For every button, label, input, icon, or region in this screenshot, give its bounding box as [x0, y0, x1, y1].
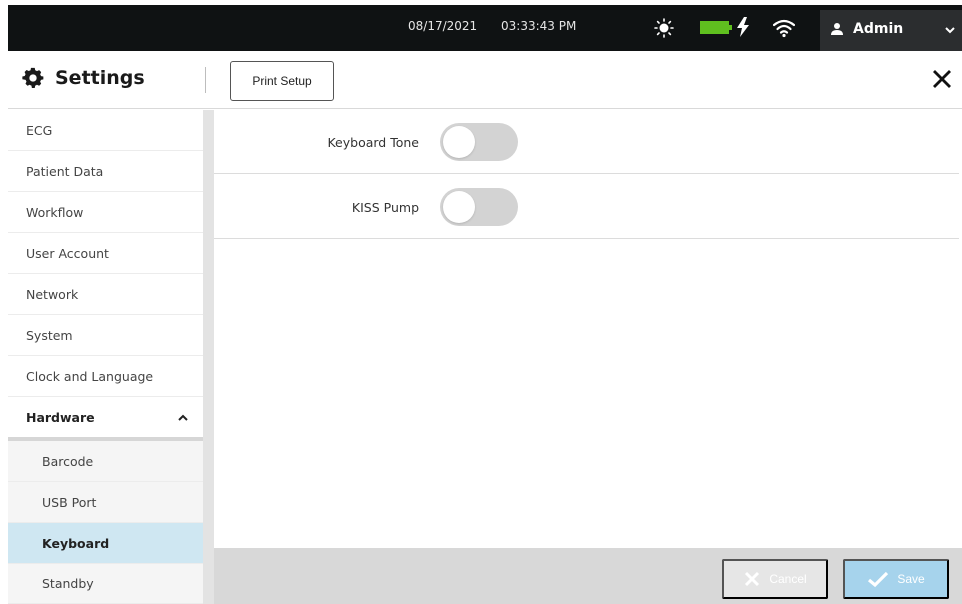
keyboard-tone-toggle[interactable] — [440, 123, 518, 161]
action-footer: Cancel Save — [214, 548, 962, 604]
battery-icon — [700, 21, 732, 34]
status-time: 03:33:43 PM — [501, 19, 577, 33]
settings-sidebar: ECG Patient Data Workflow User Account N… — [8, 110, 203, 604]
checkmark-icon — [868, 571, 889, 588]
close-icon[interactable] — [931, 68, 953, 90]
sidebar-item-label: Barcode — [42, 453, 94, 469]
header-divider — [205, 67, 206, 93]
user-menu-button[interactable]: Admin — [820, 10, 962, 51]
toggle-knob — [443, 191, 475, 223]
sidebar-item-label: Clock and Language — [26, 368, 154, 384]
sidebar-item-clock-and-language[interactable]: Clock and Language — [8, 356, 203, 397]
sidebar-item-usb-port[interactable]: USB Port — [8, 482, 203, 523]
sidebar-item-label: Hardware — [26, 410, 95, 425]
keyboard-settings-panel: Keyboard Tone KISS Pump — [214, 110, 962, 548]
setting-label: KISS Pump — [351, 200, 419, 215]
sidebar-item-standby[interactable]: Standby — [8, 564, 203, 604]
chevron-up-icon — [178, 414, 188, 421]
sidebar-item-system[interactable]: System — [8, 315, 203, 356]
sidebar-item-ecg[interactable]: ECG — [8, 110, 203, 151]
sidebar-item-label: Workflow — [26, 204, 84, 220]
sidebar-item-workflow[interactable]: Workflow — [8, 192, 203, 233]
print-setup-button[interactable]: Print Setup — [230, 61, 334, 101]
sidebar-item-label: ECG — [26, 122, 53, 138]
user-icon — [831, 23, 843, 35]
sidebar-item-hardware[interactable]: Hardware — [8, 397, 203, 438]
wifi-icon[interactable] — [773, 18, 795, 38]
sidebar-item-label: Keyboard — [42, 535, 110, 551]
user-name: Admin — [853, 21, 904, 37]
save-button[interactable]: Save — [843, 559, 949, 599]
page-title: Settings — [55, 67, 145, 89]
status-bar: 08/17/2021 03:33:43 PM Admin — [8, 5, 962, 51]
charging-icon — [737, 17, 749, 37]
cancel-button[interactable]: Cancel — [722, 559, 828, 599]
sidebar-item-user-account[interactable]: User Account — [8, 233, 203, 274]
sidebar-item-barcode[interactable]: Barcode — [8, 441, 203, 482]
toggle-knob — [443, 126, 475, 158]
settings-header: Settings Print Setup — [8, 51, 962, 109]
sidebar-item-network[interactable]: Network — [8, 274, 203, 315]
setting-label: Keyboard Tone — [327, 135, 419, 150]
save-label: Save — [897, 572, 925, 586]
sidebar-item-label: User Account — [26, 245, 109, 261]
sidebar-divider — [203, 110, 214, 604]
sidebar-item-label: Network — [26, 286, 79, 302]
brightness-icon[interactable] — [654, 18, 674, 38]
sidebar-item-label: Standby — [42, 576, 94, 591]
sidebar-item-keyboard[interactable]: Keyboard — [8, 523, 203, 564]
status-date: 08/17/2021 — [408, 19, 478, 33]
gear-icon — [22, 67, 44, 88]
chevron-down-icon — [945, 27, 955, 34]
kiss-pump-toggle[interactable] — [440, 188, 518, 226]
cancel-label: Cancel — [769, 572, 807, 586]
sidebar-item-label: USB Port — [42, 494, 97, 510]
sidebar-item-label: Patient Data — [26, 163, 104, 179]
setting-row-keyboard-tone: Keyboard Tone — [214, 110, 959, 174]
sidebar-item-patient-data[interactable]: Patient Data — [8, 151, 203, 192]
setting-row-kiss-pump: KISS Pump — [214, 175, 959, 239]
sidebar-item-label: System — [26, 327, 73, 343]
close-icon — [745, 571, 760, 587]
